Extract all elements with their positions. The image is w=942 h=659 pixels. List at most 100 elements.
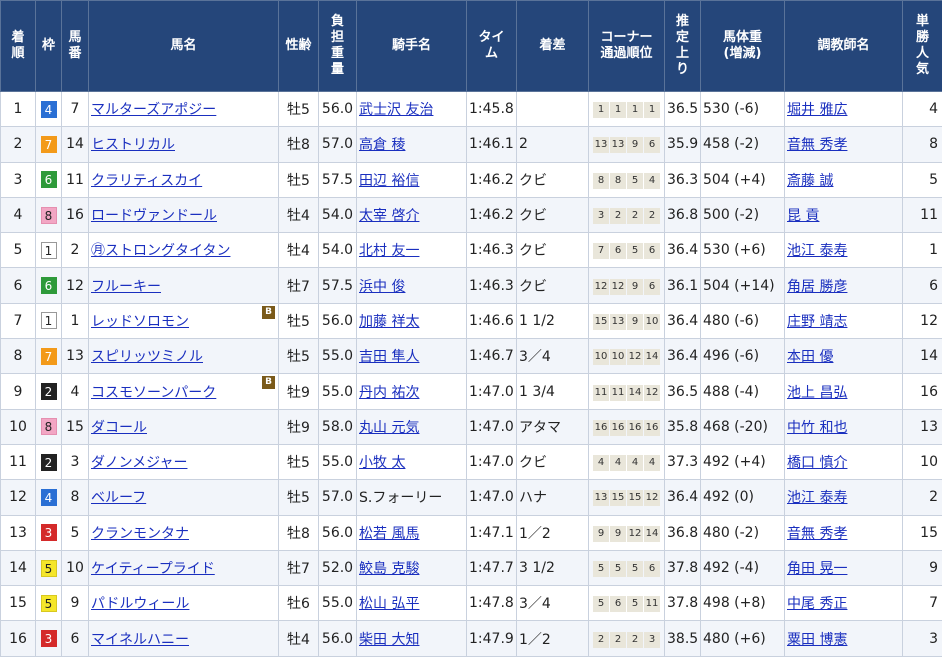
corner-position: 12 (644, 490, 660, 507)
waku-cell: 5 (35, 549, 62, 587)
horse-name-link[interactable]: コスモソーンパーク (91, 385, 216, 401)
weight-cell: 57.5 (318, 161, 357, 198)
jockey-cell: 浜中 俊 (356, 267, 467, 304)
header-umaban: 馬番 (61, 0, 89, 92)
time-cell: 1:47.1 (466, 514, 517, 551)
trainer-link[interactable]: 音無 秀孝 (787, 137, 847, 153)
horse-name-link[interactable]: マルターズアポジー (91, 102, 216, 118)
trainer-link[interactable]: 音無 秀孝 (787, 526, 847, 542)
jockey-link[interactable]: 武士沢 友治 (359, 102, 433, 118)
jockey-link[interactable]: 柴田 大知 (359, 632, 419, 648)
jockey-link[interactable]: 加藤 祥太 (359, 314, 419, 330)
trainer-link[interactable]: 庄野 靖志 (787, 314, 847, 330)
bodyweight-cell: 530 (+6) (700, 232, 785, 269)
trainer-link[interactable]: 堀井 雅広 (787, 102, 847, 118)
corner-position: 8 (593, 172, 609, 189)
jockey-link[interactable]: 松若 風馬 (359, 526, 419, 542)
waku-cell: 3 (35, 514, 62, 551)
corner-position: 10 (610, 349, 626, 366)
horse-name-link[interactable]: クランモンタナ (91, 526, 189, 542)
weight-cell: 57.0 (318, 479, 357, 516)
jockey-link[interactable]: 浜中 俊 (359, 279, 405, 295)
trainer-link[interactable]: 本田 優 (787, 349, 833, 365)
popularity-cell: 12 (902, 302, 942, 340)
horse-name-link[interactable]: フルーキー (91, 279, 161, 295)
jockey-link[interactable]: 鮫島 克駿 (359, 561, 419, 577)
corner-position: 14 (644, 525, 660, 542)
horse-name-link[interactable]: ケイティープライド (91, 561, 215, 577)
jockey-link[interactable]: 高倉 稜 (359, 137, 405, 153)
horse-name-link[interactable]: ダコール (91, 420, 147, 436)
horse-name-link[interactable]: レッドソロモン (91, 314, 189, 330)
header-weight: 負担重量 (318, 0, 357, 92)
jockey-cell: 柴田 大知 (356, 620, 467, 657)
corner-cell: 1111 (588, 90, 665, 128)
rank-cell: 3 (0, 161, 36, 198)
horse-name-link[interactable]: ベルーフ (91, 490, 146, 506)
jockey-cell: 鮫島 克駿 (356, 549, 467, 587)
header-line: 人 (915, 46, 929, 61)
umaban-cell: 12 (61, 267, 89, 304)
jockey-link[interactable]: 丸山 元気 (359, 420, 419, 436)
time-cell: 1:47.0 (466, 443, 517, 481)
waku-cell: 4 (35, 90, 62, 128)
horse-name-link[interactable]: マイネルハニー (91, 632, 189, 648)
horse-name-link[interactable]: クラリティスカイ (91, 173, 202, 189)
header-line: 性齢 (285, 38, 312, 53)
horse-name-link[interactable]: ㊊ストロングタイタン (91, 243, 230, 259)
header-line: 馬名 (170, 38, 197, 53)
trainer-link[interactable]: 中尾 秀正 (787, 596, 847, 612)
corner-position: 10 (593, 349, 609, 366)
trainer-link[interactable]: 昆 貢 (787, 208, 819, 224)
trainer-cell: 池江 泰寿 (784, 479, 903, 516)
trainer-link[interactable]: 中竹 和也 (787, 420, 847, 436)
jockey-link[interactable]: 太宰 啓介 (359, 208, 419, 224)
margin-cell: 3／4 (516, 585, 589, 622)
trainer-link[interactable]: 斎藤 誠 (787, 173, 833, 189)
horse-name-cell: スピリッツミノル (88, 338, 279, 375)
margin-cell: 1 1/2 (516, 302, 589, 340)
corner-positions: 4444 (593, 455, 660, 472)
jockey-link[interactable]: 北村 友一 (359, 243, 419, 259)
jockey-link[interactable]: 松山 弘平 (359, 596, 419, 612)
corner-position: 11 (644, 596, 660, 613)
time-cell: 1:46.7 (466, 338, 517, 375)
corner-position: 11 (610, 384, 626, 401)
trainer-link[interactable]: 角居 勝彦 (787, 279, 847, 295)
popularity-cell: 9 (902, 549, 942, 587)
jockey-link[interactable]: 小牧 太 (359, 455, 405, 471)
popularity-cell: 10 (902, 443, 942, 481)
horse-name-link[interactable]: ダノンメジャー (91, 455, 187, 471)
header-line: 量 (330, 62, 344, 77)
trainer-link[interactable]: 橋口 慎介 (787, 455, 847, 471)
horse-name-link[interactable]: パドルウィール (91, 596, 189, 612)
horse-name-cell: クランモンタナ (88, 514, 279, 551)
header-line: 上 (675, 46, 689, 61)
trainer-link[interactable]: 池江 泰寿 (787, 243, 847, 259)
table-row: 9 2 4 コスモソーンパーク B 牡9 55.0 丹内 祐次 1:47.0 1 3/4 11 11 1… (0, 373, 942, 410)
weight-cell: 55.0 (318, 338, 357, 375)
time-cell: 1:46.3 (466, 267, 517, 304)
corner-position: 13 (593, 137, 609, 154)
last3f-cell: 36.3 (664, 161, 701, 198)
jockey-link[interactable]: 田辺 裕信 (359, 173, 419, 189)
jockey-link[interactable]: 吉田 隼人 (359, 349, 419, 365)
margin-cell: アタマ (516, 408, 589, 445)
table-row: 10 8 15 ダコール 牡9 58.0 丸山 元気 1:47.0 アタマ 16 16 16 16 35.… (0, 408, 942, 445)
trainer-link[interactable]: 池上 昌弘 (787, 385, 847, 401)
weight-cell: 57.0 (318, 126, 357, 163)
horse-name-link[interactable]: ヒストリカル (91, 137, 175, 153)
last3f-cell: 38.5 (664, 620, 701, 657)
table-row: 13 3 5 クランモンタナ 牡8 56.0 松若 風馬 1:47.1 1／2 9 9 12 14 36.… (0, 514, 942, 551)
waku-cell: 6 (35, 267, 62, 304)
waku-badge: 8 (40, 418, 57, 436)
horse-name-link[interactable]: ロードヴァンドール (91, 208, 217, 224)
trainer-link[interactable]: 角田 晃一 (787, 561, 847, 577)
trainer-link[interactable]: 池江 泰寿 (787, 490, 847, 506)
bodyweight-cell: 488 (-4) (700, 373, 785, 410)
jockey-link[interactable]: 丹内 祐次 (359, 385, 419, 401)
trainer-cell: 庄野 靖志 (784, 302, 903, 340)
corner-positions: 10 10 12 14 (593, 349, 660, 366)
horse-name-link[interactable]: スピリッツミノル (91, 349, 203, 365)
trainer-link[interactable]: 粟田 博憲 (787, 632, 847, 648)
